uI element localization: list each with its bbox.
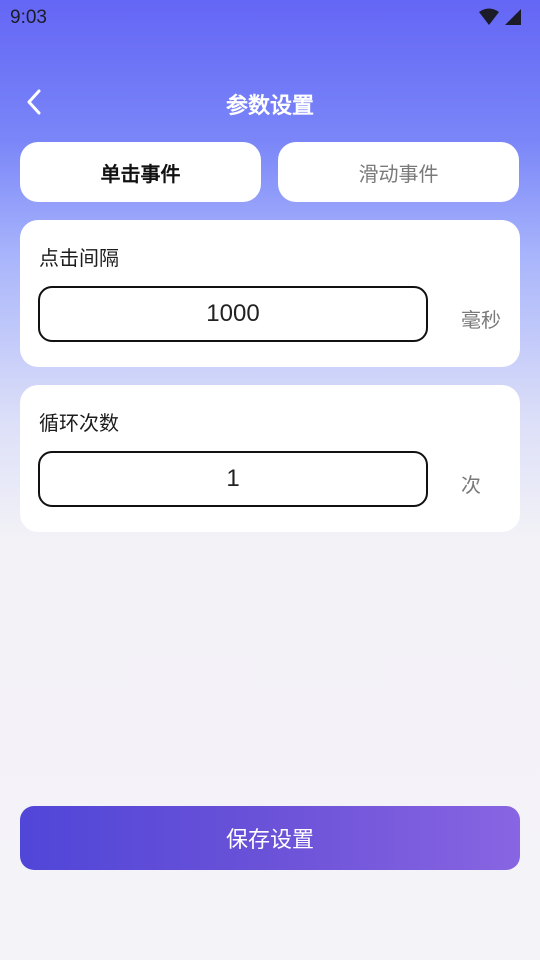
loop-count-input[interactable] <box>38 451 428 507</box>
click-interval-card: 点击间隔 毫秒 <box>20 220 520 367</box>
wifi-icon <box>478 8 500 30</box>
status-bar: 9:03 <box>0 0 540 36</box>
event-type-tabs: 单击事件 滑动事件 <box>20 142 520 202</box>
status-icons <box>478 8 522 30</box>
page-title: 参数设置 <box>225 94 314 119</box>
tab-single-click[interactable]: 单击事件 <box>20 142 261 202</box>
app-bar: 参数设置 <box>0 74 540 130</box>
click-interval-unit: 毫秒 <box>461 308 501 332</box>
click-interval-label: 点击间隔 <box>39 246 119 270</box>
cellular-signal-icon <box>504 8 522 30</box>
loop-count-card: 循环次数 次 <box>20 385 520 532</box>
save-settings-button[interactable]: 保存设置 <box>20 806 520 870</box>
tab-swipe[interactable]: 滑动事件 <box>278 142 519 202</box>
loop-count-unit: 次 <box>461 473 481 497</box>
click-interval-input[interactable] <box>38 286 428 342</box>
status-time: 9:03 <box>10 7 47 28</box>
loop-count-label: 循环次数 <box>39 411 119 435</box>
